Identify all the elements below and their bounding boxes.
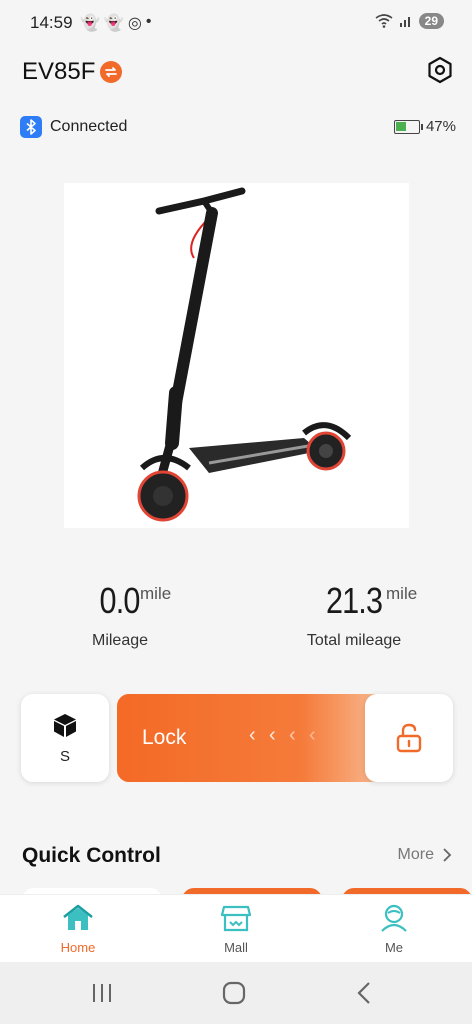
chevron-left-icon: ‹ <box>289 724 296 746</box>
settings-icon[interactable] <box>426 56 454 84</box>
more-link[interactable]: More <box>398 846 452 864</box>
tab-me-label: Me <box>384 940 404 955</box>
snapchat-icon: 👻 <box>103 15 124 32</box>
phone-battery-badge: 29 <box>418 13 444 29</box>
mileage-stat: 0.0 mile Mileage <box>60 580 180 650</box>
recent-apps-icon[interactable] <box>90 982 114 1004</box>
chevron-left-icon: ‹ <box>249 724 256 746</box>
tab-mall-label: Mall <box>224 940 248 955</box>
speed-mode-label: S <box>59 747 70 765</box>
chevron-left-icon: ‹ <box>309 724 316 746</box>
device-name: EV85F <box>22 58 96 85</box>
unlock-icon <box>396 723 422 753</box>
tab-home-label: Home <box>60 940 96 955</box>
tab-me[interactable]: Me <box>344 903 444 955</box>
signal-icon <box>399 17 410 27</box>
wifi-icon <box>375 14 393 28</box>
header: EV85F <box>0 52 472 92</box>
tab-home[interactable]: Home <box>28 903 128 955</box>
switch-device-icon[interactable] <box>100 61 122 83</box>
system-nav-bar <box>0 962 472 1024</box>
speed-mode-button[interactable]: S <box>21 694 109 782</box>
quick-control-title: Quick Control <box>22 844 161 867</box>
instagram-icon: ◎ <box>127 15 142 32</box>
system-icons: 29 <box>375 13 444 29</box>
lock-slider[interactable]: Lock ‹ ‹ ‹ ‹ <box>117 694 453 782</box>
total-mileage-label: Total mileage <box>306 632 402 649</box>
home-icon <box>63 904 93 930</box>
tab-mall[interactable]: Mall <box>186 903 286 955</box>
mileage-label: Mileage <box>91 632 149 649</box>
bluetooth-icon <box>20 116 42 138</box>
chevron-left-icon: ‹ <box>269 724 276 746</box>
lock-handle[interactable] <box>365 694 453 782</box>
lock-label: Lock <box>142 726 187 749</box>
connection-status: Connected <box>20 116 127 138</box>
status-time: 14:59 <box>30 13 73 32</box>
scooter-battery: 47% <box>393 118 456 135</box>
store-icon <box>220 905 252 932</box>
notification-icons: 👻 👻 ◎ • <box>80 13 151 33</box>
scooter-illustration <box>137 187 352 522</box>
battery-percent: 47% <box>425 118 456 135</box>
total-mileage-value: 21.3 <box>325 580 383 621</box>
status-bar: 14:59 👻 👻 ◎ • 29 <box>0 0 472 48</box>
cube-icon <box>54 713 76 737</box>
mileage-unit: mile <box>140 584 172 603</box>
mileage-value: 0.0 <box>99 580 141 621</box>
home-nav-icon[interactable] <box>222 981 246 1005</box>
bottom-tab-bar: Home Mall Me <box>0 894 472 962</box>
back-icon[interactable] <box>356 981 372 1005</box>
connection-label: Connected <box>50 118 128 135</box>
dot-icon: • <box>145 13 152 30</box>
chevron-right-icon <box>443 848 452 862</box>
battery-icon <box>393 119 423 134</box>
total-mileage-stat: 21.3 mile Total mileage <box>294 580 418 650</box>
total-mileage-unit: mile <box>386 584 418 603</box>
snapchat-icon: 👻 <box>80 15 100 32</box>
more-label: More <box>397 846 434 863</box>
scooter-image <box>64 183 409 528</box>
battery-fill <box>396 122 407 131</box>
profile-icon <box>381 904 407 932</box>
